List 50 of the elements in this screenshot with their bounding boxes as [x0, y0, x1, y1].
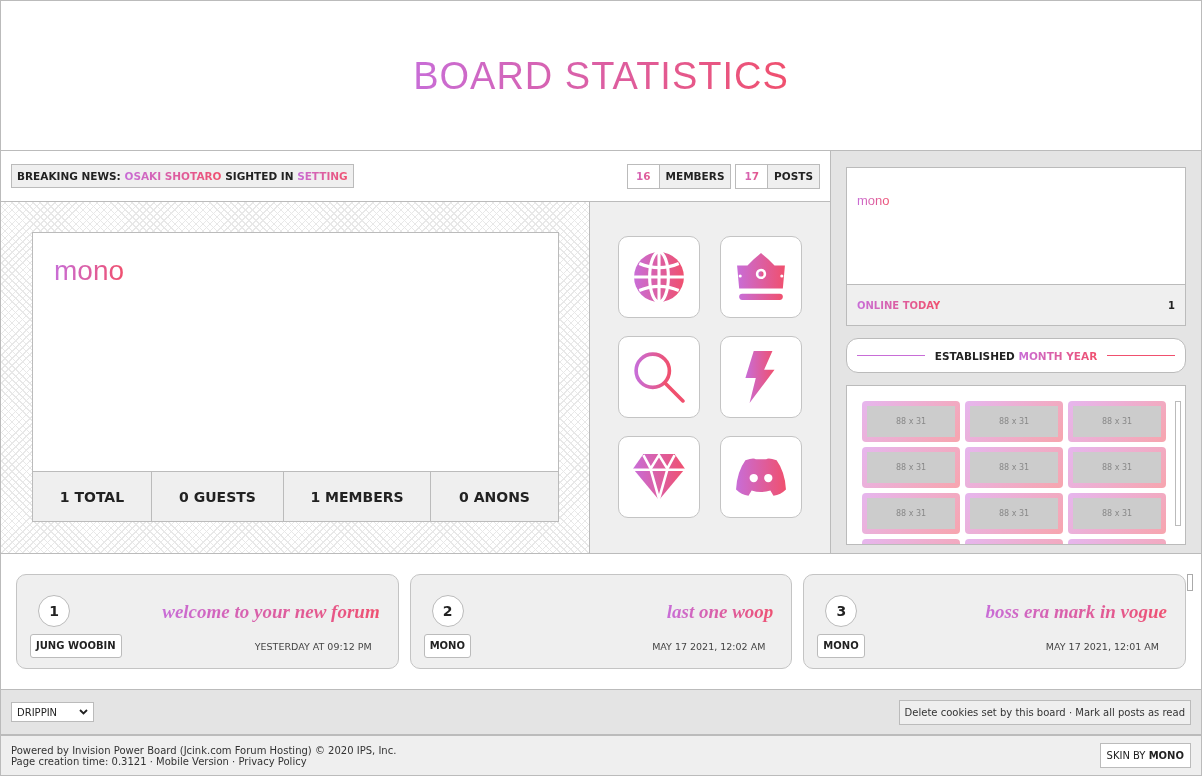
mobile-link[interactable]: Mobile Version [156, 755, 229, 767]
affiliate-banner[interactable]: 88 x 31 [965, 447, 1063, 488]
stat-cell: 1 TOTAL [33, 472, 152, 521]
affiliate-banner[interactable]: 88 x 31 [862, 493, 960, 534]
online-today-count: 1 [1168, 299, 1175, 311]
caret-icon [79, 709, 88, 715]
affiliate-banner[interactable]: 88 x 31 [862, 447, 960, 488]
counter-label: POSTS [768, 164, 819, 188]
delete-cookies-link[interactable]: Delete cookies set by this board [904, 706, 1066, 718]
privacy-link[interactable]: Privacy Policy [238, 755, 307, 767]
topic-date: MAY 17 2021, 12:01 AM [1045, 640, 1160, 652]
affiliate-banner[interactable]: 88 x 31 [862, 401, 960, 442]
stat-cell: 1 MEMBERS [284, 472, 431, 521]
topic-date: YESTERDAY AT 09:12 PM [254, 640, 373, 652]
quick-link-button[interactable] [720, 436, 802, 518]
globe-icon [633, 251, 685, 303]
topic-number: 2 [431, 595, 464, 627]
copyright-text: Powered by Invision Power Board (Jcink.com Forum Hosting) © 2020 IPS, Inc. [11, 744, 397, 756]
affiliate-banner[interactable]: 88 x 31 [1068, 401, 1166, 442]
online-today-label: ONLINE TODAY [857, 299, 941, 311]
quick-link-button[interactable] [618, 236, 700, 318]
author-tag[interactable]: JUNG WOOBIN [30, 634, 122, 658]
affiliate-banner[interactable]: 88 x 31 [1068, 493, 1166, 534]
diamond-icon [633, 451, 685, 503]
search-icon [633, 351, 685, 403]
page-info: Page creation time: 0.3121 · Mobile Version · Privacy Policy [11, 755, 307, 767]
crown-icon [735, 251, 787, 303]
topic-number: 3 [825, 595, 858, 627]
author-tag[interactable]: MONO [817, 634, 865, 658]
author-tag[interactable]: MONO [423, 634, 471, 658]
board-links: Delete cookies set by this board · Mark all posts as read [898, 699, 1191, 725]
scrollbar[interactable] [1175, 401, 1181, 526]
quick-link-button[interactable] [720, 336, 802, 418]
affiliate-banner[interactable]: 88 x 31 [965, 493, 1063, 534]
affiliate-banner[interactable]: 88 x 31 [1068, 447, 1166, 488]
mark-read-link[interactable]: Mark all posts as read [1075, 706, 1185, 718]
stat-cell: 0 GUESTS [152, 472, 284, 521]
scrollbar[interactable] [1187, 574, 1193, 591]
topic-number: 1 [38, 595, 70, 627]
skin-select[interactable]: DRIPPIN [11, 702, 94, 722]
quick-link-button[interactable] [720, 236, 802, 318]
skin-credit: SKIN BY MONO [1099, 743, 1191, 768]
stat-cell: 0 ANONS [431, 472, 558, 521]
quick-link-button[interactable] [618, 336, 700, 418]
topic-date: MAY 17 2021, 12:02 AM [652, 640, 767, 652]
breaking-news: BREAKING NEWS: OSAKI SHOTARO SIGHTED IN SETTING [11, 164, 354, 188]
counter-label: MEMBERS [659, 164, 731, 188]
affiliate-banner[interactable]: 88 x 31 [965, 401, 1063, 442]
established-text: ESTABLISHED MONTH YEAR [934, 349, 1098, 362]
quick-link-button[interactable] [618, 436, 700, 518]
